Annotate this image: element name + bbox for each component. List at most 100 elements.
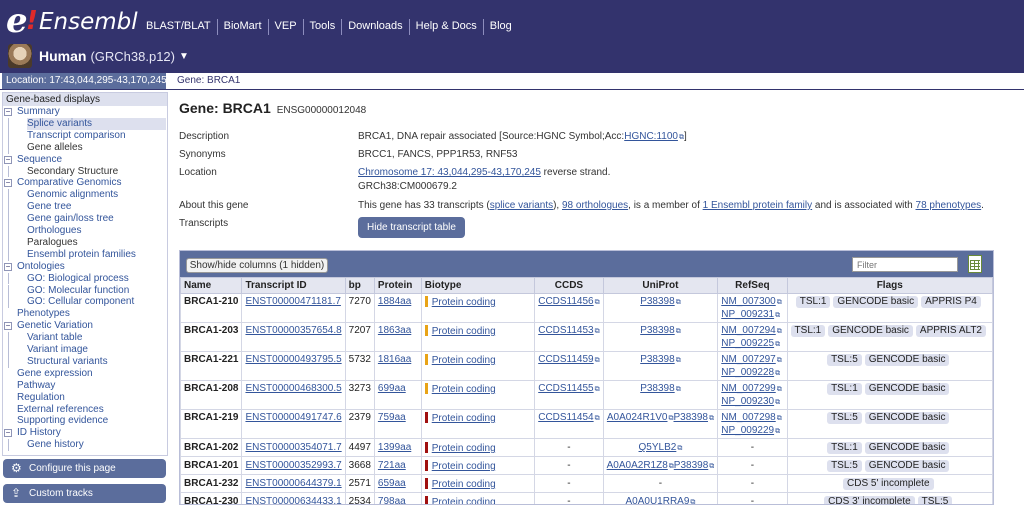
transcript-id-link[interactable]: ENST00000644379.1 [245, 478, 341, 489]
sidebar-item-gene-tree[interactable]: Gene tree [27, 201, 166, 213]
sidebar-item-gene-history[interactable]: Gene history [27, 439, 166, 451]
protein-link[interactable]: 699aa [378, 383, 406, 394]
sidebar-item-structural-variants[interactable]: Structural variants [27, 356, 166, 368]
refseq-link[interactable]: NM_007297 [721, 354, 775, 365]
protein-link[interactable]: 721aa [378, 460, 406, 471]
uniprot-link[interactable]: P38398 [674, 412, 708, 423]
transcript-id-link[interactable]: ENST00000634433.1 [245, 496, 341, 504]
sidebar-item-variant-image[interactable]: Variant image [27, 344, 166, 356]
orthologues-link[interactable]: 98 orthologues [562, 200, 628, 211]
refseq-link[interactable]: NM_007294 [721, 325, 775, 336]
biotype-link[interactable]: Protein coding [432, 326, 496, 337]
protein-link[interactable]: 798aa [378, 496, 406, 504]
collapse-toggle-icon[interactable]: − [4, 322, 12, 331]
protein-family-link[interactable]: 1 Ensembl protein family [703, 200, 813, 211]
chromosome-location-link[interactable]: Chromosome 17: 43,044,295-43,170,245 [358, 167, 541, 178]
sidebar-item-external-references[interactable]: External references [17, 404, 166, 416]
sidebar-item-genomic-alignments[interactable]: Genomic alignments [27, 189, 166, 201]
nav-help-docs[interactable]: Help & Docs [408, 19, 483, 35]
ccds-link[interactable]: CCDS11459 [538, 354, 593, 365]
sidebar-item-go-biological-process[interactable]: GO: Biological process [27, 273, 166, 285]
species-selector[interactable]: Human (GRCh38.p12) ▼ [8, 44, 189, 68]
show-hide-columns-button[interactable]: Show/hide columns (1 hidden) [186, 258, 328, 273]
collapse-toggle-icon[interactable]: − [4, 429, 12, 438]
collapse-toggle-icon[interactable]: − [4, 262, 12, 271]
collapse-toggle-icon[interactable]: − [4, 155, 12, 164]
biotype-link[interactable]: Protein coding [432, 461, 496, 472]
sidebar-item-secondary-structure[interactable]: Secondary Structure [27, 166, 166, 178]
ccds-link[interactable]: CCDS11454 [538, 412, 593, 423]
protein-link[interactable]: 1863aa [378, 325, 411, 336]
col-name[interactable]: Name [180, 277, 243, 294]
transcript-id-link[interactable]: ENST00000357654.8 [245, 325, 341, 336]
nav-biomart[interactable]: BioMart [216, 19, 268, 35]
tab-location[interactable]: Location: 17:43,044,295-43,170,245 [2, 73, 167, 89]
uniprot-link[interactable]: Q5YLB2 [639, 442, 677, 453]
splice-variants-link[interactable]: splice variants [490, 200, 553, 211]
col-ccds[interactable]: CCDS [534, 277, 604, 294]
protein-link[interactable]: 659aa [378, 478, 406, 489]
uniprot-link[interactable]: P38398 [674, 460, 708, 471]
transcript-id-link[interactable]: ENST00000468300.5 [245, 383, 341, 394]
uniprot-link[interactable]: P38398 [640, 325, 674, 336]
transcript-id-link[interactable]: ENST00000352993.7 [245, 460, 341, 471]
refseq-link[interactable]: NP_009229 [721, 425, 774, 436]
uniprot-link[interactable]: A0A0U1RRA9 [625, 496, 689, 504]
hgnc-link[interactable]: HGNC:1100 [624, 131, 678, 142]
ccds-link[interactable]: CCDS11456 [538, 296, 593, 307]
col-protein[interactable]: Protein [373, 277, 422, 294]
refseq-link[interactable]: NM_007299 [721, 383, 775, 394]
transcript-id-link[interactable]: ENST00000354071.7 [245, 442, 341, 453]
uniprot-link[interactable]: A0A024R1V0 [607, 412, 668, 423]
nav-blast[interactable]: BLAST/BLAT [140, 19, 217, 35]
sidebar-item-paralogues[interactable]: Paralogues [27, 237, 166, 249]
protein-link[interactable]: 1884aa [378, 296, 411, 307]
biotype-link[interactable]: Protein coding [432, 297, 496, 308]
uniprot-link[interactable]: P38398 [640, 383, 674, 394]
uniprot-link[interactable]: A0A0A2R1Z8 [607, 460, 668, 471]
refseq-link[interactable]: NM_007298 [721, 412, 775, 423]
configure-page-button[interactable]: ⚙ Configure this page [3, 459, 166, 478]
sidebar-item-genetic-variation[interactable]: Genetic Variation [17, 320, 166, 332]
col-biotype[interactable]: Biotype [420, 277, 536, 294]
uniprot-link[interactable]: P38398 [640, 296, 674, 307]
transcript-id-link[interactable]: ENST00000471181.7 [245, 296, 340, 307]
uniprot-link[interactable]: P38398 [640, 354, 674, 365]
biotype-link[interactable]: Protein coding [432, 384, 496, 395]
sidebar-item-phenotypes[interactable]: Phenotypes [17, 308, 166, 320]
protein-link[interactable]: 1816aa [378, 354, 411, 365]
col-transcript-id[interactable]: Transcript ID [241, 277, 346, 294]
sidebar-item-comparative-genomics[interactable]: Comparative Genomics [17, 177, 166, 189]
sidebar-item-splice-variants[interactable]: Splice variants [27, 117, 166, 130]
biotype-link[interactable]: Protein coding [432, 413, 496, 424]
sidebar-item-ontologies[interactable]: Ontologies [17, 261, 166, 273]
refseq-link[interactable]: NM_007300 [721, 296, 775, 307]
sidebar-item-gene-alleles[interactable]: Gene alleles [27, 142, 166, 154]
col-refseq[interactable]: RefSeq [717, 277, 788, 294]
sidebar-item-supporting-evidence[interactable]: Supporting evidence [17, 415, 166, 427]
ccds-link[interactable]: CCDS11455 [538, 383, 593, 394]
ensembl-logo[interactable]: e ! Ensembl [6, 1, 142, 41]
col-uniprot[interactable]: UniProt [602, 277, 719, 294]
sidebar-item-transcript-comparison[interactable]: Transcript comparison [27, 130, 166, 142]
protein-link[interactable]: 759aa [378, 412, 406, 423]
sidebar-item-regulation[interactable]: Regulation [17, 392, 166, 404]
sidebar-item-pathway[interactable]: Pathway [17, 380, 166, 392]
sidebar-item-go-molecular-function[interactable]: GO: Molecular function [27, 285, 166, 297]
biotype-link[interactable]: Protein coding [432, 479, 496, 490]
hide-transcript-table-button[interactable]: Hide transcript table [358, 217, 465, 238]
sidebar-item-orthologues[interactable]: Orthologues [27, 225, 166, 237]
nav-downloads[interactable]: Downloads [341, 19, 408, 35]
ccds-link[interactable]: CCDS11453 [538, 325, 593, 336]
refseq-link[interactable]: NP_009230 [721, 396, 774, 407]
biotype-link[interactable]: Protein coding [432, 497, 496, 504]
sidebar-item-gene-expression[interactable]: Gene expression [17, 368, 166, 380]
phenotypes-link[interactable]: 78 phenotypes [916, 200, 982, 211]
protein-link[interactable]: 1399aa [378, 442, 411, 453]
refseq-link[interactable]: NP_009228 [721, 367, 774, 378]
table-filter-input[interactable] [852, 257, 958, 272]
collapse-toggle-icon[interactable]: − [4, 179, 12, 188]
nav-blog[interactable]: Blog [482, 19, 518, 35]
sidebar-item-summary[interactable]: Summary [17, 106, 166, 118]
tab-gene[interactable]: Gene: BRCA1 [173, 73, 246, 90]
